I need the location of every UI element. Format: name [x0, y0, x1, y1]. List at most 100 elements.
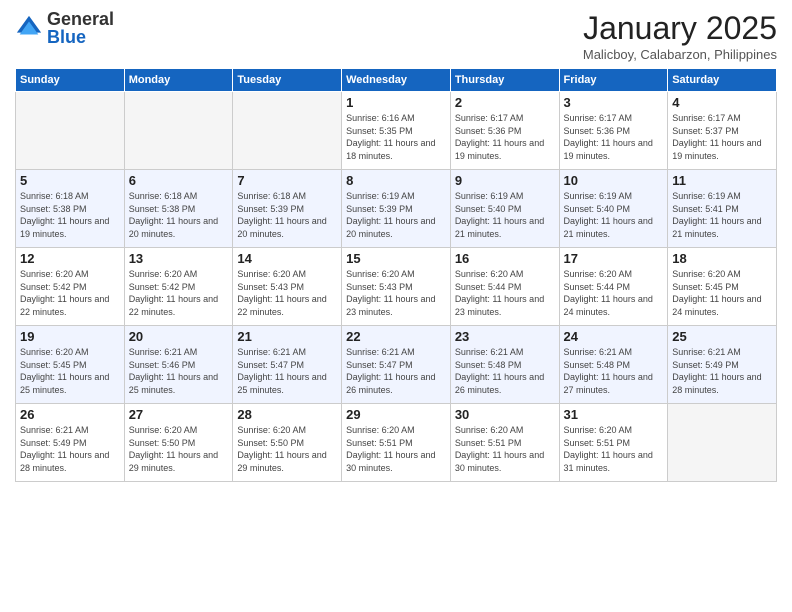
calendar-cell: 30Sunrise: 6:20 AM Sunset: 5:51 PM Dayli…: [450, 404, 559, 482]
day-of-week-header: Saturday: [668, 69, 777, 92]
calendar-cell: [668, 404, 777, 482]
calendar-cell: 2 Sunrise: 6:17 AM Sunset: 5:36 PM Daylig…: [450, 92, 559, 170]
calendar-cell: 4Sunrise: 6:17 AM Sunset: 5:37 PM Daylig…: [668, 92, 777, 170]
day-number: 21: [237, 329, 337, 344]
day-info: Sunrise: 6:18 AM Sunset: 5:38 PM Dayligh…: [129, 190, 229, 240]
day-number: 11: [672, 173, 772, 188]
calendar-cell: 3Sunrise: 6:17 AM Sunset: 5:36 PM Daylig…: [559, 92, 668, 170]
day-number: 4: [672, 95, 772, 110]
calendar-week-row: 19 Sunrise: 6:20 AM Sunset: 5:45 PM Dayli…: [16, 326, 777, 404]
calendar-cell: 23 Sunrise: 6:21 AM Sunset: 5:48 PM Dayli…: [450, 326, 559, 404]
calendar-cell: 28 Sunrise: 6:20 AM Sunset: 5:50 PM Dayli…: [233, 404, 342, 482]
calendar-cell: 27 Sunrise: 6:20 AM Sunset: 5:50 PM Dayli…: [124, 404, 233, 482]
day-number: 25: [672, 329, 772, 344]
calendar-cell: 1 Sunrise: 6:16 AM Sunset: 5:35 PM Daylig…: [342, 92, 451, 170]
day-info: Sunrise: 6:18 AM Sunset: 5:38 PM Dayligh…: [20, 190, 120, 240]
calendar-week-row: 12Sunrise: 6:20 AM Sunset: 5:42 PM Dayli…: [16, 248, 777, 326]
day-number: 2: [455, 95, 555, 110]
header: General Blue January 2025 Malicboy, Cala…: [15, 10, 777, 62]
day-info: Sunrise: 6:19 AM Sunset: 5:39 PM Dayligh…: [346, 190, 446, 240]
month-title: January 2025: [583, 10, 777, 47]
calendar-cell: 7 Sunrise: 6:18 AM Sunset: 5:39 PM Daylig…: [233, 170, 342, 248]
calendar-cell: 9 Sunrise: 6:19 AM Sunset: 5:40 PM Daylig…: [450, 170, 559, 248]
day-number: 27: [129, 407, 229, 422]
calendar-cell: 26 Sunrise: 6:21 AM Sunset: 5:49 PM Dayli…: [16, 404, 125, 482]
logo-blue: Blue: [47, 28, 114, 46]
calendar-cell: [124, 92, 233, 170]
logo-general: General: [47, 10, 114, 28]
day-number: 20: [129, 329, 229, 344]
calendar-cell: 15Sunrise: 6:20 AM Sunset: 5:43 PM Dayli…: [342, 248, 451, 326]
day-number: 9: [455, 173, 555, 188]
calendar-cell: 8Sunrise: 6:19 AM Sunset: 5:39 PM Daylig…: [342, 170, 451, 248]
day-info: Sunrise: 6:20 AM Sunset: 5:51 PM Dayligh…: [564, 424, 664, 474]
day-of-week-header: Monday: [124, 69, 233, 92]
calendar-cell: 11 Sunrise: 6:19 AM Sunset: 5:41 PM Dayli…: [668, 170, 777, 248]
title-section: January 2025 Malicboy, Calabarzon, Phili…: [583, 10, 777, 62]
day-info: Sunrise: 6:17 AM Sunset: 5:36 PM Dayligh…: [455, 112, 555, 162]
day-number: 31: [564, 407, 664, 422]
calendar-cell: 5 Sunrise: 6:18 AM Sunset: 5:38 PM Daylig…: [16, 170, 125, 248]
day-info: Sunrise: 6:20 AM Sunset: 5:42 PM Dayligh…: [129, 268, 229, 318]
calendar-cell: 10 Sunrise: 6:19 AM Sunset: 5:40 PM Dayli…: [559, 170, 668, 248]
calendar-cell: 25 Sunrise: 6:21 AM Sunset: 5:49 PM Dayli…: [668, 326, 777, 404]
calendar-cell: 6 Sunrise: 6:18 AM Sunset: 5:38 PM Daylig…: [124, 170, 233, 248]
day-info: Sunrise: 6:20 AM Sunset: 5:42 PM Dayligh…: [20, 268, 120, 318]
day-info: Sunrise: 6:21 AM Sunset: 5:49 PM Dayligh…: [20, 424, 120, 474]
day-info: Sunrise: 6:21 AM Sunset: 5:49 PM Dayligh…: [672, 346, 772, 396]
calendar-cell: 21 Sunrise: 6:21 AM Sunset: 5:47 PM Dayli…: [233, 326, 342, 404]
calendar-header-row: SundayMondayTuesdayWednesdayThursdayFrid…: [16, 69, 777, 92]
day-number: 16: [455, 251, 555, 266]
day-number: 28: [237, 407, 337, 422]
day-number: 7: [237, 173, 337, 188]
day-info: Sunrise: 6:20 AM Sunset: 5:51 PM Dayligh…: [346, 424, 446, 474]
day-info: Sunrise: 6:20 AM Sunset: 5:44 PM Dayligh…: [455, 268, 555, 318]
day-of-week-header: Wednesday: [342, 69, 451, 92]
day-info: Sunrise: 6:20 AM Sunset: 5:45 PM Dayligh…: [20, 346, 120, 396]
day-number: 23: [455, 329, 555, 344]
day-number: 6: [129, 173, 229, 188]
logo-icon: [15, 14, 43, 42]
day-info: Sunrise: 6:21 AM Sunset: 5:47 PM Dayligh…: [346, 346, 446, 396]
day-info: Sunrise: 6:21 AM Sunset: 5:47 PM Dayligh…: [237, 346, 337, 396]
location-title: Malicboy, Calabarzon, Philippines: [583, 47, 777, 62]
calendar-cell: 14Sunrise: 6:20 AM Sunset: 5:43 PM Dayli…: [233, 248, 342, 326]
day-of-week-header: Sunday: [16, 69, 125, 92]
calendar-cell: 18Sunrise: 6:20 AM Sunset: 5:45 PM Dayli…: [668, 248, 777, 326]
calendar-cell: 20Sunrise: 6:21 AM Sunset: 5:46 PM Dayli…: [124, 326, 233, 404]
calendar-cell: 16 Sunrise: 6:20 AM Sunset: 5:44 PM Dayli…: [450, 248, 559, 326]
day-info: Sunrise: 6:20 AM Sunset: 5:50 PM Dayligh…: [237, 424, 337, 474]
day-number: 10: [564, 173, 664, 188]
day-info: Sunrise: 6:16 AM Sunset: 5:35 PM Dayligh…: [346, 112, 446, 162]
day-info: Sunrise: 6:20 AM Sunset: 5:44 PM Dayligh…: [564, 268, 664, 318]
day-info: Sunrise: 6:20 AM Sunset: 5:50 PM Dayligh…: [129, 424, 229, 474]
day-info: Sunrise: 6:19 AM Sunset: 5:40 PM Dayligh…: [455, 190, 555, 240]
day-number: 18: [672, 251, 772, 266]
calendar-cell: 12Sunrise: 6:20 AM Sunset: 5:42 PM Dayli…: [16, 248, 125, 326]
day-info: Sunrise: 6:19 AM Sunset: 5:41 PM Dayligh…: [672, 190, 772, 240]
day-number: 30: [455, 407, 555, 422]
day-info: Sunrise: 6:18 AM Sunset: 5:39 PM Dayligh…: [237, 190, 337, 240]
day-info: Sunrise: 6:21 AM Sunset: 5:48 PM Dayligh…: [564, 346, 664, 396]
day-info: Sunrise: 6:19 AM Sunset: 5:40 PM Dayligh…: [564, 190, 664, 240]
calendar-cell: 17Sunrise: 6:20 AM Sunset: 5:44 PM Dayli…: [559, 248, 668, 326]
day-of-week-header: Tuesday: [233, 69, 342, 92]
day-number: 26: [20, 407, 120, 422]
day-number: 29: [346, 407, 446, 422]
calendar-cell: [16, 92, 125, 170]
day-number: 5: [20, 173, 120, 188]
day-info: Sunrise: 6:21 AM Sunset: 5:48 PM Dayligh…: [455, 346, 555, 396]
day-number: 1: [346, 95, 446, 110]
calendar-cell: 31 Sunrise: 6:20 AM Sunset: 5:51 PM Dayli…: [559, 404, 668, 482]
calendar-cell: 19 Sunrise: 6:20 AM Sunset: 5:45 PM Dayli…: [16, 326, 125, 404]
calendar-table: SundayMondayTuesdayWednesdayThursdayFrid…: [15, 68, 777, 482]
day-number: 19: [20, 329, 120, 344]
day-number: 13: [129, 251, 229, 266]
calendar-week-row: 5 Sunrise: 6:18 AM Sunset: 5:38 PM Daylig…: [16, 170, 777, 248]
logo-text: General Blue: [47, 10, 114, 46]
calendar-cell: 22Sunrise: 6:21 AM Sunset: 5:47 PM Dayli…: [342, 326, 451, 404]
day-of-week-header: Friday: [559, 69, 668, 92]
day-number: 3: [564, 95, 664, 110]
calendar-week-row: 1 Sunrise: 6:16 AM Sunset: 5:35 PM Daylig…: [16, 92, 777, 170]
calendar-cell: 13 Sunrise: 6:20 AM Sunset: 5:42 PM Dayli…: [124, 248, 233, 326]
